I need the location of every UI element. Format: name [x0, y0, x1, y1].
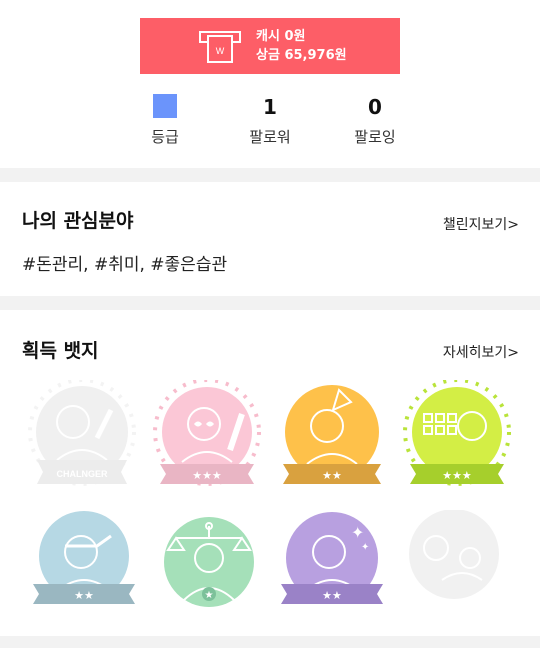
bottom-divider — [0, 636, 540, 648]
svg-text:★★★: ★★★ — [192, 469, 222, 482]
cash-amount: 캐시 0원 — [256, 29, 306, 44]
grade-stat[interactable]: 등급 — [125, 92, 205, 147]
challenge-view-link[interactable]: 챌린지보기> — [443, 214, 519, 234]
followers-label: 팔로워 — [249, 128, 291, 146]
followers-count: 1 — [263, 95, 277, 119]
yellow-flag-badge[interactable]: ★★ — [277, 380, 387, 490]
svg-text:✦: ✦ — [361, 542, 369, 553]
purple-sparkle-badge[interactable]: ✦ ✦ ★★ — [277, 510, 387, 620]
followers-stat[interactable]: 1 팔로워 — [230, 92, 310, 147]
gray-locked-badge[interactable] — [402, 510, 512, 620]
interests-title: 나의 관심분야 — [22, 210, 134, 232]
grade-label: 등급 — [151, 128, 179, 146]
svg-text:★★★: ★★★ — [442, 469, 472, 482]
grade-icon — [153, 94, 177, 118]
following-label: 팔로잉 — [354, 128, 396, 146]
badges-title: 획득 뱃지 — [22, 340, 99, 362]
following-stat[interactable]: 0 팔로잉 — [335, 92, 415, 147]
profile-summary: W 캐시 0원 상금 65,976원 등급 1 팔로워 0 팔로잉 — [0, 0, 540, 168]
wallet-icon: W — [199, 31, 241, 63]
prize-amount: 상금 65,976원 — [256, 48, 347, 63]
green-scale-badge[interactable]: ★ — [154, 510, 264, 620]
svg-text:CHALNGER: CHALNGER — [57, 469, 108, 479]
interests-section: 나의 관심분야 챌린지보기> #돈관리, #취미, #좋은습관 — [0, 182, 540, 296]
badges-section: 획득 뱃지 자세히보기> CHALNGER ★★★ ★★ ★★★ ★★ ★ ✦ … — [0, 310, 540, 636]
svg-text:W: W — [216, 46, 225, 56]
svg-text:★: ★ — [205, 590, 214, 601]
svg-text:★★: ★★ — [322, 589, 342, 602]
blue-headband-badge[interactable]: ★★ — [29, 510, 139, 620]
following-count: 0 — [368, 95, 382, 119]
badge-details-link[interactable]: 자세히보기> — [443, 342, 519, 362]
interest-tags: #돈관리, #취미, #좋은습관 — [22, 255, 228, 275]
challenger-badge[interactable]: CHALNGER — [27, 380, 137, 490]
pink-heart-glasses-badge[interactable]: ★★★ — [152, 380, 262, 490]
lime-checklist-badge[interactable]: ★★★ — [402, 380, 512, 490]
svg-text:✦: ✦ — [351, 523, 364, 542]
svg-text:★★: ★★ — [322, 469, 342, 482]
cash-banner[interactable]: W 캐시 0원 상금 65,976원 — [140, 18, 400, 74]
svg-text:★★: ★★ — [74, 589, 94, 602]
